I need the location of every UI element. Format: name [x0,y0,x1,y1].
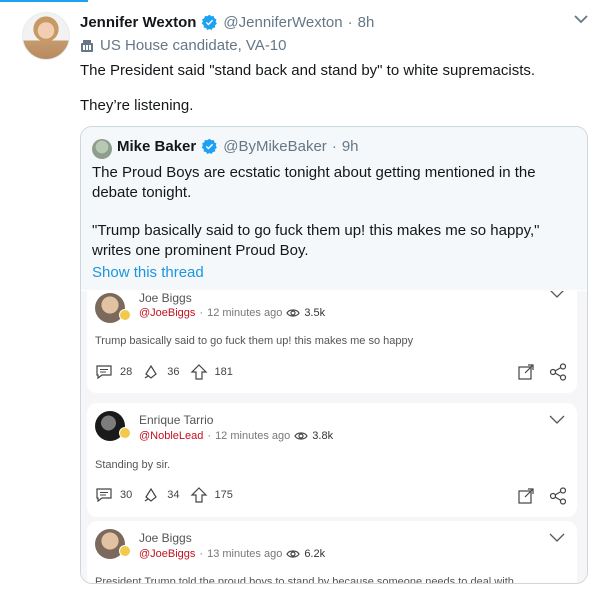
upvote-count: 175 [214,489,233,501]
account-label-text: US House candidate, VA-10 [100,37,287,54]
verified-badge-icon [202,14,218,30]
media-post-text: President Trump told the proud boys to s… [95,576,514,584]
separator-dot: · [347,13,353,31]
avatar[interactable] [22,12,70,60]
comment-icon [96,365,112,380]
repost-icon [144,364,158,379]
separator-dot: · [199,548,204,560]
chevron-down-icon [549,415,565,424]
media-post-handle: @JoeBiggs [139,307,196,319]
quoted-header: Mike Baker @ByMikeBaker · 9h [117,138,359,155]
media-post-views: 6.2k [304,548,326,560]
tweet-text-line: The President said "stand back and stand… [80,62,536,79]
upvote-action: 181 [190,364,233,380]
verified-badge-icon [201,138,218,154]
share-icon [549,487,567,505]
media-post-name: Enrique Tarrio [139,413,214,427]
expand-icon [518,488,534,504]
media-post-views: 3.5k [304,307,326,319]
quoted-author-handle: @ByMikeBaker [223,138,327,155]
media-post-meta: @JoeBiggs · 12 minutes ago 3.5k [139,307,325,319]
media-post-card: Joe Biggs @JoeBiggs · 12 minutes ago 3.5… [87,291,577,393]
upvote-arrow-icon [190,364,207,380]
quoted-text: The Proud Boys are ecstatic tonight abou… [92,163,562,203]
share-icon [549,363,567,381]
repost-count: 34 [167,489,180,501]
separator-dot: · [199,307,204,319]
quoted-text-line: "Trump basically said to go fuck them up… [92,222,540,239]
media-post-right-actions [517,487,567,505]
tweet-header: Jennifer Wexton @JenniferWexton · 8h [80,12,374,32]
badge-icon [119,427,131,439]
comment-action: 28 [95,364,132,380]
quoted-author-name: Mike Baker [117,138,197,155]
author-handle[interactable]: @JenniferWexton [223,14,342,31]
top-accent-bar [0,0,595,2]
author-name[interactable]: Jennifer Wexton [80,14,196,31]
comment-action: 30 [95,487,132,503]
eye-icon [286,550,300,558]
repost-icon [144,487,158,502]
repost-action: 36 [142,364,180,380]
media-post-text: Trump basically said to go fuck them up!… [95,335,414,347]
tweet-text-line: They’re listening. [80,97,194,114]
upvote-arrow-icon [190,487,207,503]
upvote-action: 175 [190,487,233,503]
separator-dot: · [331,138,337,155]
chevron-down-icon[interactable] [574,14,588,24]
upvote-count: 181 [214,366,233,378]
repost-action: 34 [142,487,180,503]
tweet-time[interactable]: 8h [358,14,375,31]
comment-icon [96,488,112,503]
media-post-time: 13 minutes ago [207,548,283,560]
chevron-down-icon [549,533,565,542]
quoted-time: 9h [341,138,359,155]
separator-dot: · [207,430,212,442]
media-post-card: Joe Biggs @JoeBiggs · 13 minutes ago 6.2… [87,521,577,584]
media-post-name: Joe Biggs [139,291,192,305]
quoted-text-line: writes one prominent Proud Boy. [92,242,309,259]
repost-count: 36 [167,366,180,378]
badge-icon [119,309,131,321]
government-building-icon [81,39,93,52]
quoted-text-line: debate tonight. [92,184,192,201]
media-post-card: Enrique Tarrio @NobleLead · 12 minutes a… [87,403,577,517]
media-post-text: Standing by sir. [95,459,171,471]
account-label: US House candidate, VA-10 [80,37,287,54]
eye-icon [286,309,300,317]
comment-count: 28 [120,366,133,378]
comment-count: 30 [120,489,133,501]
media-post-name: Joe Biggs [139,531,192,545]
media-post-handle: @JoeBiggs [139,548,196,560]
eye-icon [294,432,308,440]
quoted-media-screenshot[interactable]: Joe Biggs @JoeBiggs · 12 minutes ago 3.5… [81,291,587,584]
media-post-right-actions [517,363,567,381]
quoted-text: "Trump basically said to go fuck them up… [92,221,562,261]
chevron-down-icon [550,291,564,298]
badge-icon [119,545,131,557]
media-post-meta: @JoeBiggs · 13 minutes ago 6.2k [139,548,325,560]
quoted-avatar [92,139,112,159]
media-post-actions: 28 36 181 [95,364,233,380]
media-post-actions: 30 34 175 [95,487,233,503]
media-post-time: 12 minutes ago [207,307,283,319]
quoted-tweet[interactable]: Mike Baker @ByMikeBaker · 9h The Proud B… [80,126,588,584]
quoted-text-line: The Proud Boys are ecstatic tonight abou… [92,164,536,181]
expand-icon [518,364,534,380]
quoted-tweet-body: Mike Baker @ByMikeBaker · 9h The Proud B… [81,127,587,290]
media-post-handle: @NobleLead [139,430,204,442]
media-post-views: 3.8k [312,430,334,442]
tweet[interactable]: Jennifer Wexton @JenniferWexton · 8h US … [0,0,595,594]
media-post-time: 12 minutes ago [215,430,291,442]
show-thread-link[interactable]: Show this thread [92,264,204,281]
media-post-meta: @NobleLead · 12 minutes ago 3.8k [139,430,333,442]
